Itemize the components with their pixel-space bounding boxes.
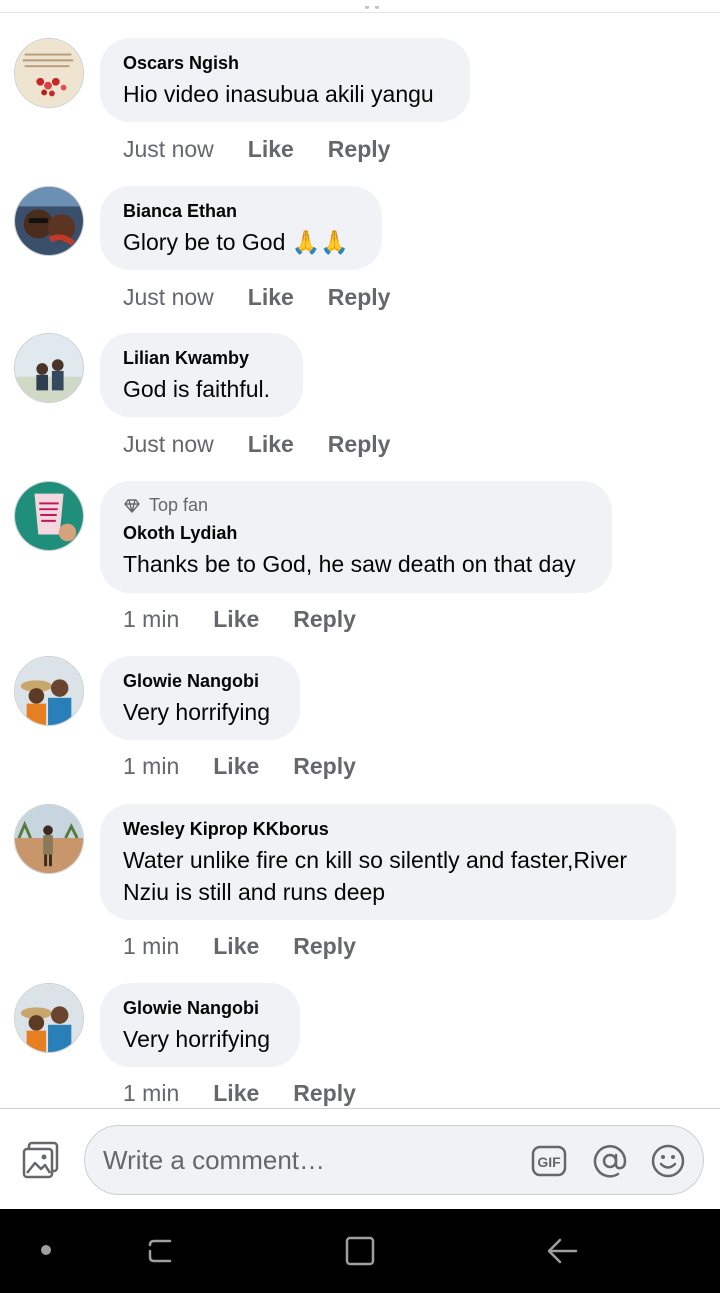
comment-bubble[interactable]: Glowie Nangobi Very horrifying [100,656,300,740]
comment-text: Very horrifying [123,699,271,725]
avatar-image-icon [15,657,83,725]
comment-actions: Just now Like Reply [123,431,390,458]
dot-icon [41,1245,51,1255]
home-icon [345,1236,375,1266]
mention-button[interactable] [592,1143,628,1179]
top-fan-badge: Top fan [123,495,590,516]
avatar-image-icon [15,187,83,255]
comment-bubble[interactable]: Lilian Kwamby God is faithful. [100,333,303,417]
like-button[interactable]: Like [248,284,294,311]
emoji-icon [651,1144,685,1178]
comment-text: Water unlike fire cn kill so silently an… [123,847,628,905]
comment-bubble[interactable]: Oscars Ngish Hio video inasubua akili ya… [100,38,470,122]
comment-text: Very horrifying [123,1026,271,1052]
comment-time[interactable]: 1 min [123,933,179,960]
like-button[interactable]: Like [248,136,294,163]
like-button[interactable]: Like [213,606,259,633]
comment-actions: Just now Like Reply [123,136,390,163]
comment-actions: 1 min Like Reply [123,933,356,960]
reply-button[interactable]: Reply [328,431,391,458]
comment-composer: GIF [0,1108,720,1209]
comment-author[interactable]: Glowie Nangobi [123,997,278,1019]
like-button[interactable]: Like [213,1080,259,1107]
system-nav-bar [0,1209,720,1293]
comment-time[interactable]: Just now [123,284,214,311]
comment-time[interactable]: 1 min [123,606,179,633]
comment-bubble[interactable]: Top fan Okoth Lydiah Thanks be to God, h… [100,481,612,593]
reply-button[interactable]: Reply [293,1080,356,1107]
reply-button[interactable]: Reply [293,606,356,633]
nav-dot[interactable] [26,1231,66,1271]
comment-list: Oscars Ngish Hio video inasubua akili ya… [0,0,720,1108]
comment-author[interactable]: Oscars Ngish [123,52,448,74]
avatar[interactable] [14,333,84,403]
home-button[interactable] [340,1231,380,1271]
top-fan-label: Top fan [149,495,209,515]
avatar-image-icon [15,482,83,550]
comments-screen: Oscars Ngish Hio video inasubua akili ya… [0,0,720,1293]
comment-author[interactable]: Bianca Ethan [123,200,360,222]
comment-bubble[interactable]: Wesley Kiprop KKborus Water unlike fire … [100,804,676,920]
like-button[interactable]: Like [213,933,259,960]
gif-button[interactable]: GIF [531,1143,567,1179]
avatar-image-icon [15,39,83,107]
comment-text: God is faithful. [123,376,271,402]
comment-author[interactable]: Lilian Kwamby [123,347,281,369]
comment-actions: 1 min Like Reply [123,753,356,780]
avatar[interactable] [14,656,84,726]
avatar[interactable] [14,481,84,551]
avatar[interactable] [14,983,84,1053]
like-button[interactable]: Like [213,753,259,780]
back-button[interactable] [542,1231,582,1271]
comment-bubble[interactable]: Glowie Nangobi Very horrifying [100,983,300,1067]
like-button[interactable]: Like [248,431,294,458]
avatar[interactable] [14,804,84,874]
back-icon [547,1238,578,1264]
comment-bubble[interactable]: Bianca Ethan Glory be to God 🙏🙏 [100,186,382,270]
comment-time[interactable]: Just now [123,431,214,458]
comment-actions: Just now Like Reply [123,284,390,311]
gif-icon: GIF [531,1145,567,1177]
comment-author[interactable]: Glowie Nangobi [123,670,278,692]
reply-button[interactable]: Reply [328,284,391,311]
diamond-icon [124,498,140,513]
comment-input[interactable] [103,1140,523,1180]
reaction-stub-icon [365,6,379,9]
recent-apps-button[interactable] [140,1231,180,1271]
avatar-image-icon [15,984,83,1052]
photo-icon [22,1141,59,1179]
comment-text: Glory be to God 🙏🙏 [123,229,350,255]
gif-label: GIF [537,1154,561,1170]
top-divider [0,12,720,13]
comment-time[interactable]: Just now [123,136,214,163]
emoji-button[interactable] [650,1143,686,1179]
avatar-image-icon [15,334,83,402]
comment-time[interactable]: 1 min [123,753,179,780]
comment-actions: 1 min Like Reply [123,606,356,633]
recent-apps-icon [148,1239,172,1263]
at-icon [593,1145,627,1178]
comment-text: Hio video inasubua akili yangu [123,81,434,107]
comment-actions: 1 min Like Reply [123,1080,356,1107]
comment-author[interactable]: Okoth Lydiah [123,522,590,544]
reply-button[interactable]: Reply [293,753,356,780]
comment-text: Thanks be to God, he saw death on that d… [123,551,576,577]
avatar-image-icon [15,805,83,873]
reply-button[interactable]: Reply [293,933,356,960]
reply-button[interactable]: Reply [328,136,391,163]
comment-time[interactable]: 1 min [123,1080,179,1107]
avatar[interactable] [14,186,84,256]
comment-author[interactable]: Wesley Kiprop KKborus [123,818,654,840]
photo-button[interactable] [20,1139,62,1181]
avatar[interactable] [14,38,84,108]
comment-input-box[interactable]: GIF [84,1125,704,1195]
